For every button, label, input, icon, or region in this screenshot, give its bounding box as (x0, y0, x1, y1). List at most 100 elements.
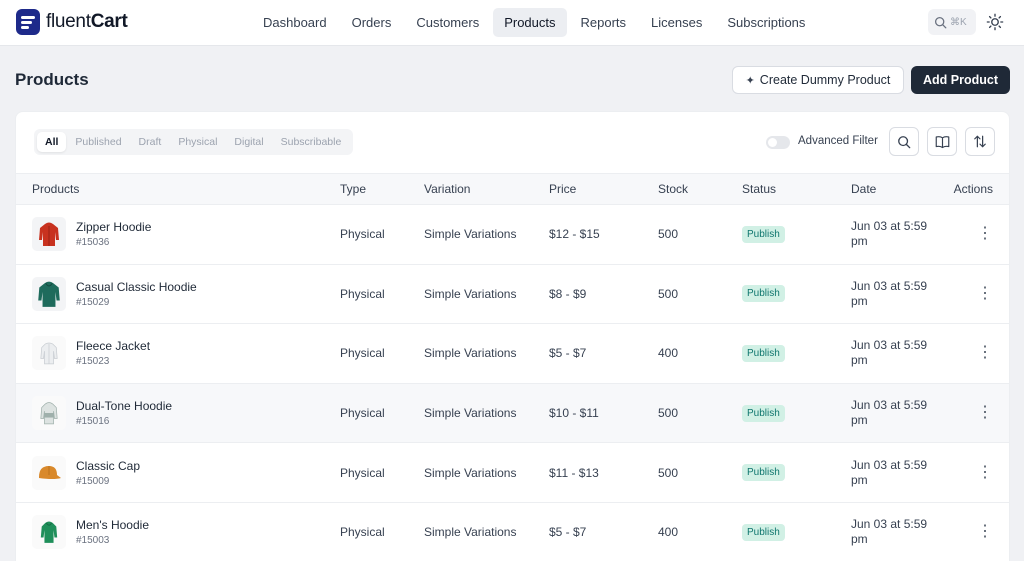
top-navigation-bar: fluentCart Dashboard Orders Customers Pr… (0, 0, 1024, 46)
table-row[interactable]: Dual-Tone Hoodie #15016 Physical Simple V… (16, 383, 1009, 444)
product-thumbnail[interactable] (32, 336, 66, 371)
product-thumbnail[interactable] (32, 455, 66, 490)
products-card: All Published Draft Physical Digital Sub… (15, 111, 1010, 561)
sort-button[interactable] (965, 127, 995, 156)
product-name[interactable]: Dual-Tone Hoodie (76, 399, 172, 414)
product-name[interactable]: Fleece Jacket (76, 339, 150, 354)
brand-logo[interactable]: fluentCart (16, 9, 128, 35)
table-row[interactable]: Zipper Hoodie #15036 Physical Simple Vari… (16, 204, 1009, 265)
product-date: Jun 03 at 5:59 pm (851, 398, 928, 428)
column-header-status[interactable]: Status (742, 173, 851, 205)
logo-mark-icon (16, 9, 40, 35)
product-id: #15003 (76, 535, 110, 547)
product-thumbnail[interactable] (32, 515, 66, 550)
more-actions-icon[interactable]: ⋮ (977, 226, 993, 242)
status-badge: Publish (742, 344, 785, 362)
more-actions-icon[interactable]: ⋮ (977, 464, 993, 480)
product-date: Jun 03 at 5:59 pm (851, 457, 928, 487)
more-actions-icon[interactable]: ⋮ (977, 285, 993, 301)
column-header-type[interactable]: Type (340, 173, 424, 205)
table-header-row: Products Type Variation Price Stock Stat… (16, 173, 1009, 205)
table-row[interactable]: Classic Cap #15009 Physical Simple Variat… (16, 442, 1009, 503)
product-name[interactable]: Men's Hoodie (76, 518, 149, 533)
product-stock: 400 (658, 323, 742, 384)
nav-dashboard[interactable]: Dashboard (252, 8, 338, 37)
column-header-price[interactable]: Price (549, 173, 658, 205)
column-header-date[interactable]: Date (851, 173, 953, 205)
nav-reports[interactable]: Reports (570, 8, 638, 37)
status-badge: Publish (742, 225, 785, 243)
product-name[interactable]: Classic Cap (76, 459, 140, 474)
nav-products[interactable]: Products (493, 8, 567, 37)
nav-subscriptions[interactable]: Subscriptions (716, 8, 816, 37)
product-stock: 400 (658, 502, 742, 561)
jacket-icon (40, 343, 58, 365)
product-price: $11 - $13 (549, 442, 658, 503)
tab-subscribable[interactable]: Subscribable (273, 132, 350, 152)
status-badge: Publish (742, 523, 785, 541)
product-date: Jun 03 at 5:59 pm (851, 338, 928, 368)
tab-physical[interactable]: Physical (170, 132, 225, 152)
hoodie-icon (38, 281, 60, 307)
tab-digital[interactable]: Digital (226, 132, 271, 152)
product-price: $5 - $7 (549, 323, 658, 384)
search-icon (898, 135, 911, 148)
brand-name: fluentCart (46, 11, 128, 32)
product-name[interactable]: Casual Classic Hoodie (76, 280, 197, 295)
product-id: #15016 (76, 416, 110, 428)
product-thumbnail[interactable] (32, 217, 66, 252)
product-name[interactable]: Zipper Hoodie (76, 220, 151, 235)
tab-draft[interactable]: Draft (131, 132, 170, 152)
tab-all[interactable]: All (37, 132, 67, 152)
tab-published[interactable]: Published (67, 132, 129, 152)
product-type: Physical (340, 502, 424, 561)
product-price: $10 - $11 (549, 383, 658, 444)
columns-view-button[interactable] (927, 127, 957, 156)
product-thumbnail[interactable] (32, 396, 66, 431)
product-type: Physical (340, 323, 424, 384)
more-actions-icon[interactable]: ⋮ (977, 345, 993, 361)
product-id: #15029 (76, 296, 110, 308)
nav-customers[interactable]: Customers (405, 8, 490, 37)
product-date: Jun 03 at 5:59 pm (851, 278, 928, 308)
product-variation: Simple Variations (424, 323, 549, 384)
book-open-icon (935, 135, 949, 148)
search-icon (934, 16, 947, 28)
column-header-products[interactable]: Products (16, 173, 340, 205)
search-shortcut: ⌘K (950, 16, 967, 28)
column-header-stock[interactable]: Stock (658, 173, 742, 205)
table-row[interactable]: Men's Hoodie #15003 Physical Simple Varia… (16, 502, 1009, 561)
product-thumbnail[interactable] (32, 276, 66, 311)
nav-licenses[interactable]: Licenses (640, 8, 713, 37)
create-dummy-product-button[interactable]: ✦ Create Dummy Product (732, 66, 904, 94)
nav-orders[interactable]: Orders (341, 8, 403, 37)
hoodie-icon (39, 222, 59, 247)
column-header-variation[interactable]: Variation (424, 173, 549, 205)
status-badge: Publish (742, 285, 785, 303)
main-nav: Dashboard Orders Customers Products Repo… (252, 8, 819, 37)
product-variation: Simple Variations (424, 442, 549, 503)
product-date: Jun 03 at 5:59 pm (851, 219, 928, 249)
product-stock: 500 (658, 204, 742, 265)
advanced-filter-toggle[interactable] (766, 136, 790, 149)
products-table: Products Type Variation Price Stock Stat… (16, 173, 1009, 561)
add-product-button[interactable]: Add Product (911, 66, 1010, 94)
product-stock: 500 (658, 383, 742, 444)
table-row[interactable]: Fleece Jacket #15023 Physical Simple Vari… (16, 323, 1009, 384)
sparkle-icon: ✦ (745, 74, 755, 87)
product-stock: 500 (658, 442, 742, 503)
product-id: #15009 (76, 475, 110, 487)
cap-icon (39, 465, 61, 479)
table-search-button[interactable] (889, 127, 919, 156)
product-variation: Simple Variations (424, 264, 549, 325)
command-search-button[interactable]: ⌘K (928, 9, 976, 35)
more-actions-icon[interactable]: ⋮ (977, 524, 993, 540)
product-id: #15023 (76, 356, 110, 368)
more-actions-icon[interactable]: ⋮ (977, 405, 993, 421)
product-variation: Simple Variations (424, 383, 549, 444)
sun-icon[interactable] (986, 13, 1004, 31)
hoodie-icon (40, 402, 58, 425)
product-variation: Simple Variations (424, 502, 549, 561)
table-row[interactable]: Casual Classic Hoodie #15029 Physical Sim… (16, 264, 1009, 325)
product-type: Physical (340, 204, 424, 265)
